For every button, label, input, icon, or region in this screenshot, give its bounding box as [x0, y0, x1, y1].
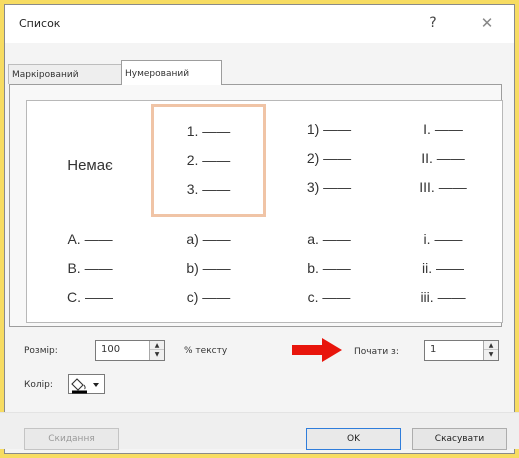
start-at-spinner[interactable]: 1 ▲ ▼ [424, 340, 499, 361]
reset-button[interactable]: Скидання [24, 428, 119, 450]
cancel-button-label: Скасувати [434, 434, 485, 444]
gallery-option-upper-roman[interactable]: I. —— II. —— III. —— [387, 107, 499, 217]
size-spinner[interactable]: 100 ▲ ▼ [95, 340, 165, 361]
gallery-option-decimal-paren[interactable]: 1) —— 2) —— 3) —— [274, 107, 384, 217]
gallery-option-lower-alpha-paren[interactable]: a) —— b) —— c) —— [151, 219, 266, 321]
gallery-line: 3. —— [186, 181, 231, 197]
gallery-line: II. —— [421, 150, 465, 166]
dialog-title: Список [19, 17, 61, 30]
spin-down-icon[interactable]: ▼ [150, 350, 164, 359]
spin-down-icon[interactable]: ▼ [484, 350, 498, 359]
gallery-line: 2) —— [306, 150, 352, 166]
gallery-option-lower-alpha-dot[interactable]: a. —— b. —— c. —— [274, 219, 384, 321]
tab-numbered-label: Нумерований [125, 69, 190, 79]
reset-button-label: Скидання [48, 434, 95, 444]
gallery-line: I. —— [423, 121, 463, 137]
gallery-line: i. —— [423, 231, 463, 247]
color-picker-button[interactable] [68, 374, 105, 394]
gallery-option-upper-alpha[interactable]: A. —— B. —— C. —— [35, 219, 145, 321]
tab-bulleted[interactable]: Маркірований [8, 64, 123, 84]
gallery-line: c) —— [186, 289, 231, 305]
ok-button-label: OK [347, 434, 360, 444]
start-at-spinner-arrows[interactable]: ▲ ▼ [483, 341, 498, 360]
tab-bulleted-label: Маркірований [12, 70, 79, 80]
title-bar: Список ? ✕ [5, 5, 514, 43]
size-value: 100 [101, 344, 121, 355]
gallery-line: 1) —— [306, 121, 352, 137]
tab-numbered[interactable]: Нумерований [121, 60, 222, 85]
gallery-option-none[interactable]: Немає [35, 107, 145, 217]
gallery-line: A. —— [67, 231, 113, 247]
gallery-line: III. —— [419, 179, 467, 195]
paint-bucket-icon [71, 378, 99, 394]
gallery-line: iii. —— [420, 289, 466, 305]
ok-button[interactable]: OK [306, 428, 401, 450]
gallery-line: a) —— [186, 231, 231, 247]
gallery-line: b. —— [307, 260, 351, 276]
color-label: Колір: [24, 380, 53, 390]
help-question-icon[interactable]: ? [423, 13, 443, 33]
gallery-line: 2. —— [186, 152, 231, 168]
spin-up-icon[interactable]: ▲ [484, 341, 498, 350]
close-icon[interactable]: ✕ [477, 13, 497, 33]
numbering-gallery: Немає 1. —— 2. —— 3. —— 1) —— 2) —— 3) —… [26, 100, 503, 323]
gallery-line: a. —— [307, 231, 351, 247]
gallery-option-decimal-dot[interactable]: 1. —— 2. —— 3. —— [151, 104, 266, 217]
size-suffix: % тексту [184, 346, 228, 356]
gallery-line: ii. —— [421, 260, 464, 276]
gallery-line: B. —— [67, 260, 113, 276]
spin-up-icon[interactable]: ▲ [150, 341, 164, 350]
start-at-label: Почати з: [354, 347, 399, 357]
size-spinner-arrows[interactable]: ▲ ▼ [149, 341, 164, 360]
gallery-line: 1. —— [186, 123, 231, 139]
gallery-line: c. —— [307, 289, 351, 305]
gallery-option-lower-roman[interactable]: i. —— ii. —— iii. —— [387, 219, 499, 321]
gallery-line: b) —— [186, 260, 231, 276]
red-arrow-icon [292, 338, 342, 362]
cancel-button[interactable]: Скасувати [412, 428, 507, 450]
gallery-line: C. —— [67, 289, 113, 305]
size-label: Розмір: [24, 346, 58, 356]
gallery-none-label: Немає [67, 157, 113, 174]
start-at-value: 1 [430, 344, 437, 355]
gallery-line: 3) —— [306, 179, 352, 195]
